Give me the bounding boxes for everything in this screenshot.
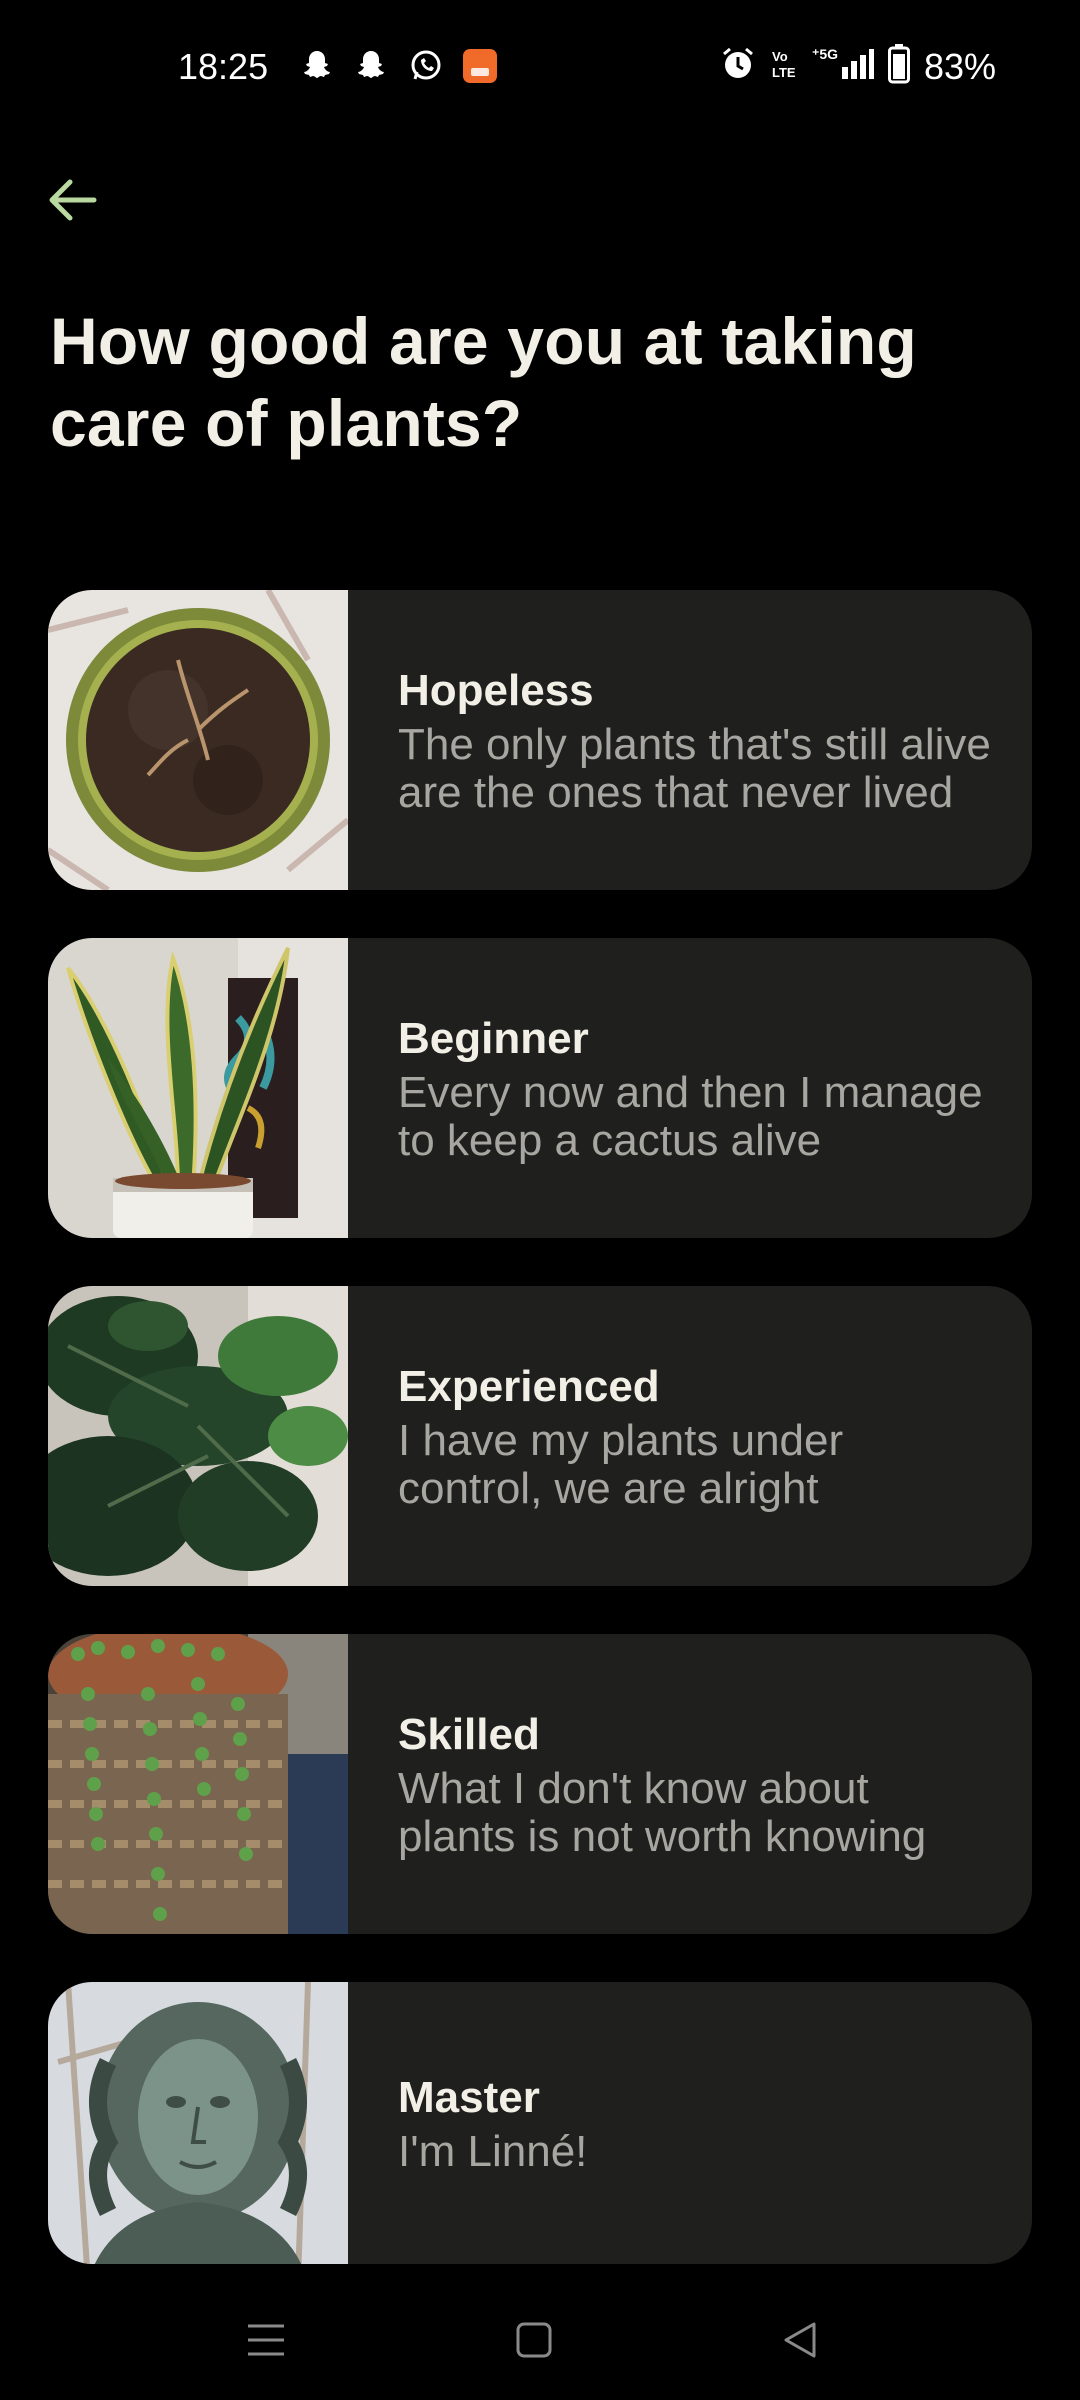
string-of-pearls-image — [48, 1634, 348, 1934]
option-title: Experienced — [398, 1362, 660, 1411]
app-notification-icon — [462, 48, 498, 84]
battery-percentage: 83% — [923, 45, 996, 87]
recent-apps-button[interactable] — [236, 2310, 296, 2370]
linnaeus-statue-image — [48, 1982, 348, 2264]
svg-text:Vo: Vo — [772, 49, 788, 64]
snapchat-icon — [354, 48, 390, 84]
option-title: Hopeless — [398, 666, 594, 715]
home-button[interactable] — [504, 2310, 564, 2370]
option-experienced[interactable]: Experienced I have my plants under contr… — [48, 1286, 1032, 1586]
back-icon — [784, 2322, 816, 2358]
option-description: I have my plants under control, we are a… — [398, 1416, 844, 1513]
option-description: What I don't know about plants is not wo… — [398, 1764, 927, 1861]
page-title: How good are you at taking care of plant… — [50, 304, 917, 460]
volte-icon: Vo LTE — [770, 46, 798, 87]
menu-icon — [248, 2324, 284, 2356]
fiddle-leaf-fig-image — [48, 1286, 348, 1586]
dry-soil-pot-image — [48, 590, 348, 890]
option-text: Experienced I have my plants under contr… — [348, 1286, 1032, 1586]
home-icon — [516, 2322, 552, 2358]
svg-text:LTE: LTE — [772, 65, 796, 80]
option-title: Master — [398, 2073, 540, 2122]
option-description: I'm Linné! — [398, 2127, 588, 2176]
option-text: Master I'm Linné! — [348, 1982, 627, 2264]
snake-plant-image — [48, 938, 348, 1238]
back-nav-button[interactable] — [770, 2310, 830, 2370]
option-text: Hopeless The only plants that's still al… — [348, 590, 1032, 890]
option-title: Skilled — [398, 1710, 540, 1759]
snapchat-icon — [300, 48, 336, 84]
option-master[interactable]: Master I'm Linné! — [48, 1982, 1032, 2264]
arrow-left-icon — [49, 179, 97, 221]
option-hopeless[interactable]: Hopeless The only plants that's still al… — [48, 590, 1032, 890]
option-title: Beginner — [398, 1014, 589, 1063]
notification-icons — [300, 48, 498, 84]
option-description: Every now and then I manage to keep a ca… — [398, 1068, 983, 1165]
status-bar: 18:25 Vo LTE ⁺5G 83% — [0, 0, 1080, 130]
whatsapp-icon — [408, 48, 444, 84]
option-text: Skilled What I don't know about plants i… — [348, 1634, 1032, 1934]
option-skilled[interactable]: Skilled What I don't know about plants i… — [48, 1634, 1032, 1934]
svg-text:⁺5G: ⁺5G — [812, 46, 838, 62]
status-time: 18:25 — [178, 46, 269, 87]
back-button[interactable] — [40, 168, 104, 232]
battery-icon — [887, 44, 910, 89]
option-text: Beginner Every now and then I manage to … — [348, 938, 1032, 1238]
signal-5g-icon: ⁺5G — [812, 45, 874, 88]
system-icons: Vo LTE ⁺5G 83% — [720, 44, 996, 89]
alarm-icon — [720, 46, 756, 87]
option-beginner[interactable]: Beginner Every now and then I manage to … — [48, 938, 1032, 1238]
option-description: The only plants that's still alive are t… — [398, 720, 991, 817]
system-navigation-bar — [0, 2270, 1080, 2400]
